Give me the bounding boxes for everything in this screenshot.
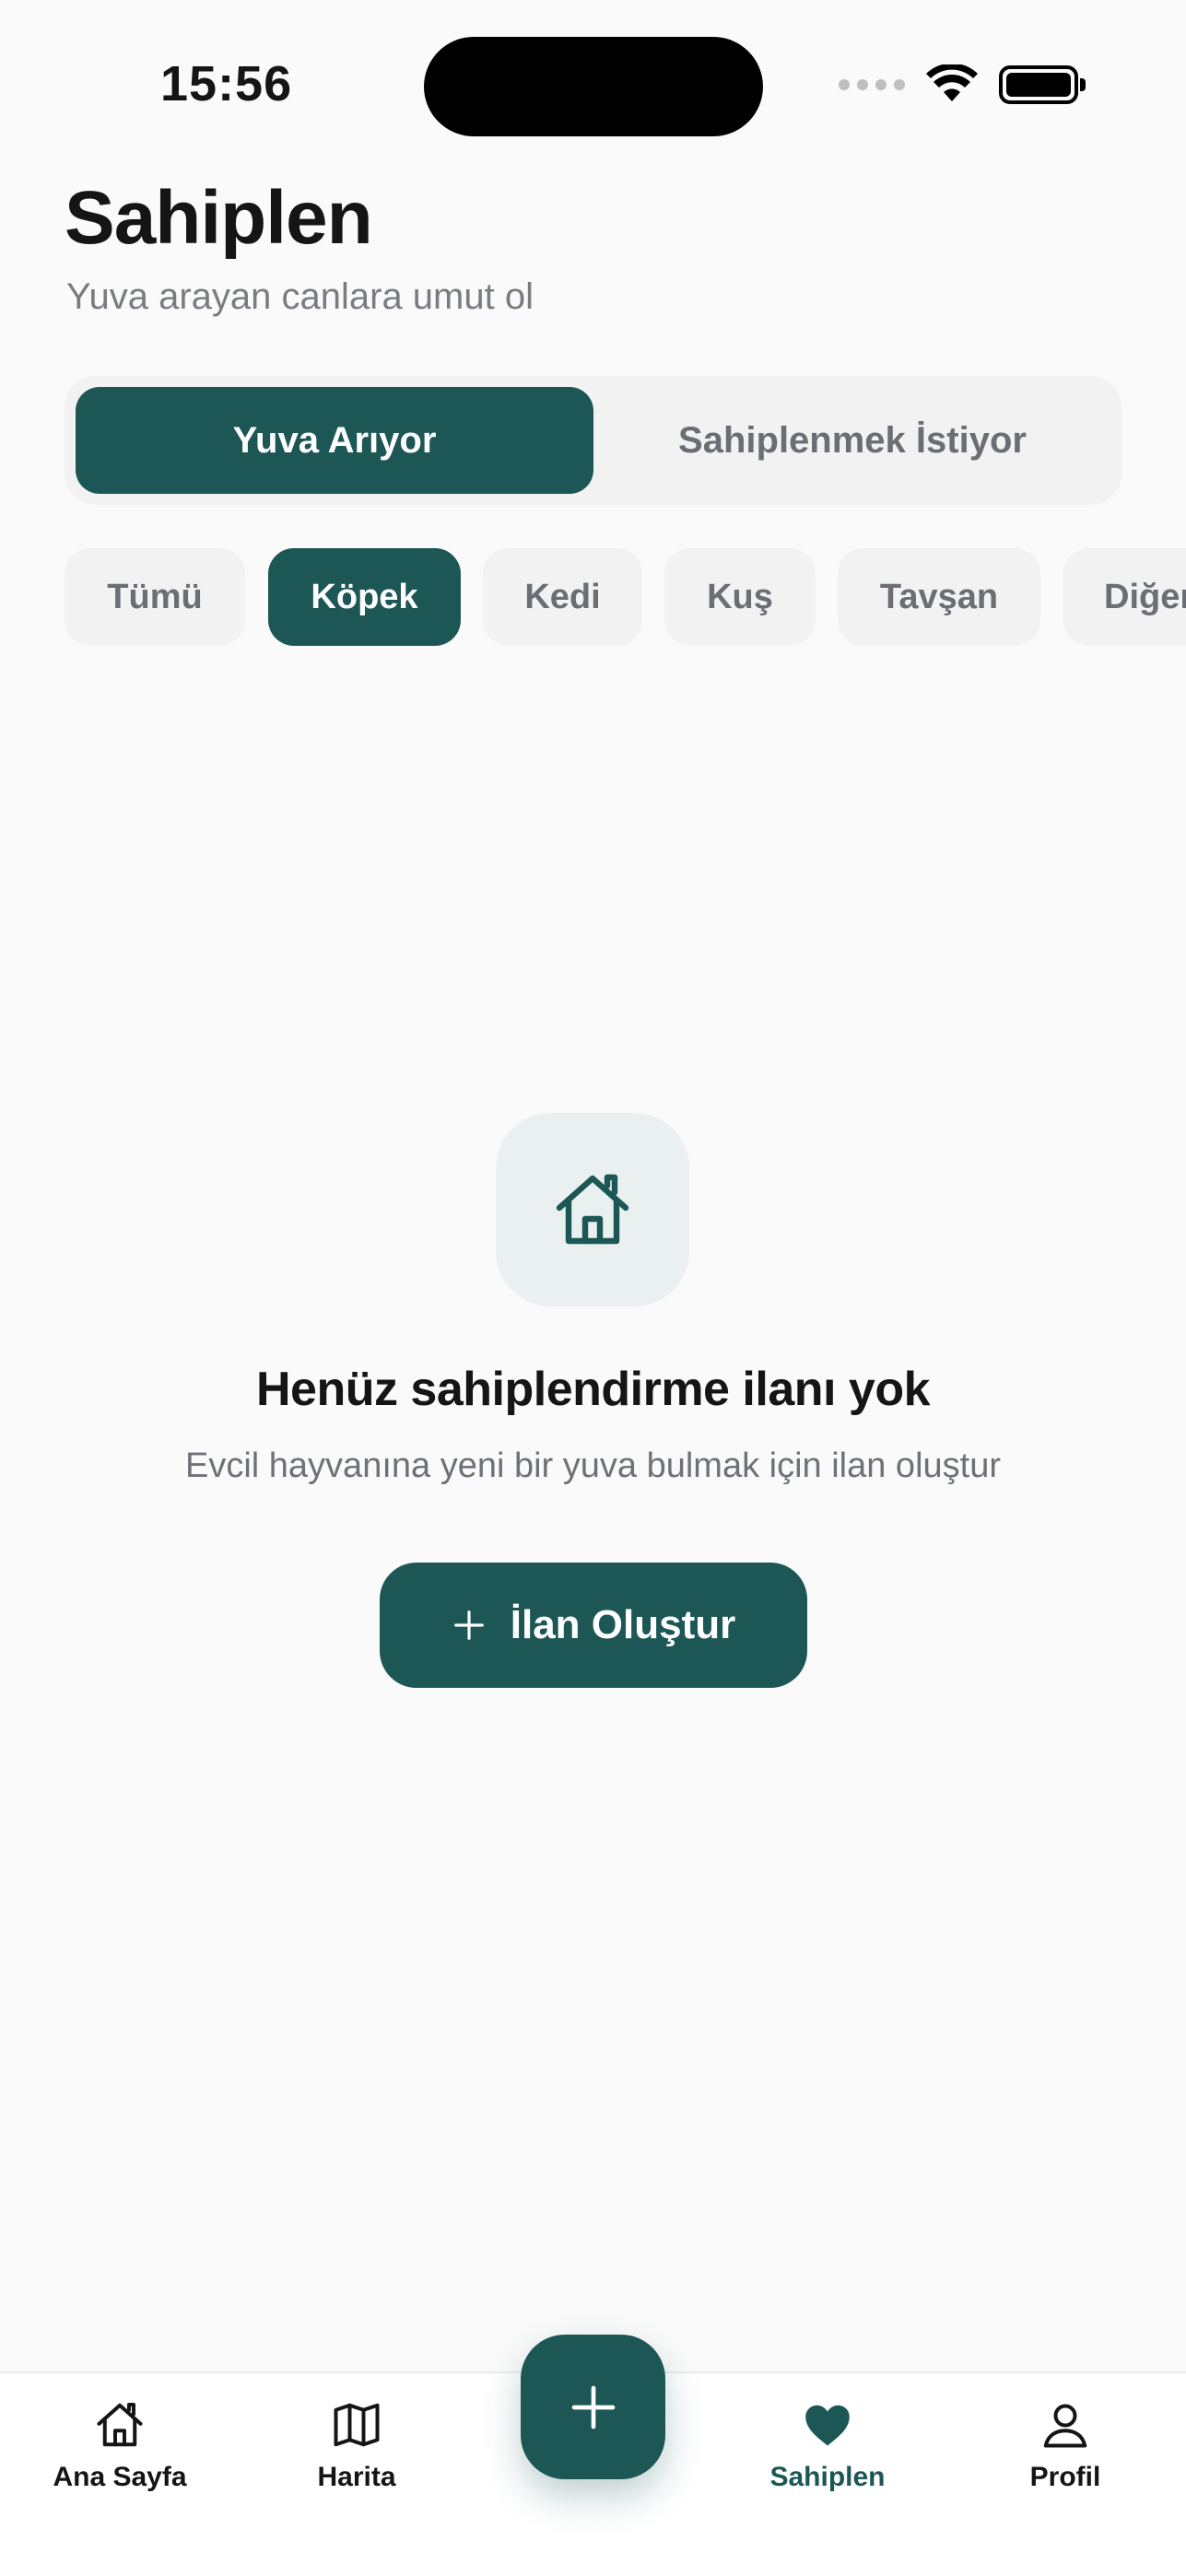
chip-kedi[interactable]: Kedi [483, 548, 642, 646]
status-icons [839, 64, 1086, 105]
plus-icon [453, 1610, 484, 1640]
status-time: 15:56 [160, 56, 293, 111]
empty-state-title: Henüz sahiplendirme ilanı yok [255, 1363, 931, 1416]
user-icon [1043, 2404, 1087, 2448]
nav-label: Ana Sayfa [53, 2462, 187, 2492]
empty-state-icon-box [496, 1113, 689, 1306]
segment-yuva-ariyor[interactable]: Yuva Arıyor [76, 387, 593, 494]
page-subtitle: Yuva arayan canlara umut ol [66, 276, 534, 317]
add-listing-fab[interactable] [521, 2335, 665, 2479]
category-chips: Tümü Köpek Kedi Kuş Tavşan Diğer [65, 548, 1186, 646]
chip-diger[interactable]: Diğer [1063, 548, 1186, 646]
listing-type-segmented-control: Yuva Arıyor Sahiplenmek İstiyor [65, 376, 1121, 505]
chip-kopek[interactable]: Köpek [268, 548, 461, 646]
nav-item-profil[interactable]: Profil [964, 2397, 1167, 2493]
plus-icon [571, 2385, 615, 2429]
wifi-icon [926, 64, 978, 101]
nav-label: Profil [1029, 2462, 1101, 2492]
home-icon [556, 1174, 629, 1245]
empty-state-description: Evcil hayvanına yeni bir yuva bulmak içi… [185, 1446, 1001, 1485]
create-listing-label: İlan Oluştur [510, 1602, 736, 1647]
nav-label: Harita [317, 2462, 396, 2492]
heart-icon [805, 2405, 850, 2446]
chip-kus[interactable]: Kuş [664, 548, 816, 646]
battery-icon [999, 65, 1086, 104]
nav-item-ana-sayfa[interactable]: Ana Sayfa [18, 2397, 221, 2493]
dynamic-island [424, 37, 763, 136]
cellular-signal-icon [839, 79, 905, 90]
map-icon [334, 2403, 380, 2447]
adopt-screen: 15:56 Sahiplen Yuva arayan canlara umut … [0, 0, 1186, 2576]
segment-sahiplenmek-istiyor[interactable]: Sahiplenmek İstiyor [593, 387, 1111, 494]
nav-label: Sahiplen [769, 2462, 886, 2492]
chip-tumu[interactable]: Tümü [65, 548, 245, 646]
nav-item-sahiplen[interactable]: Sahiplen [726, 2397, 929, 2493]
create-listing-button[interactable]: İlan Oluştur [380, 1563, 807, 1688]
home-icon [97, 2403, 143, 2447]
chip-tavsan[interactable]: Tavşan [838, 548, 1040, 646]
nav-item-harita[interactable]: Harita [255, 2397, 458, 2493]
page-title: Sahiplen [65, 176, 373, 260]
